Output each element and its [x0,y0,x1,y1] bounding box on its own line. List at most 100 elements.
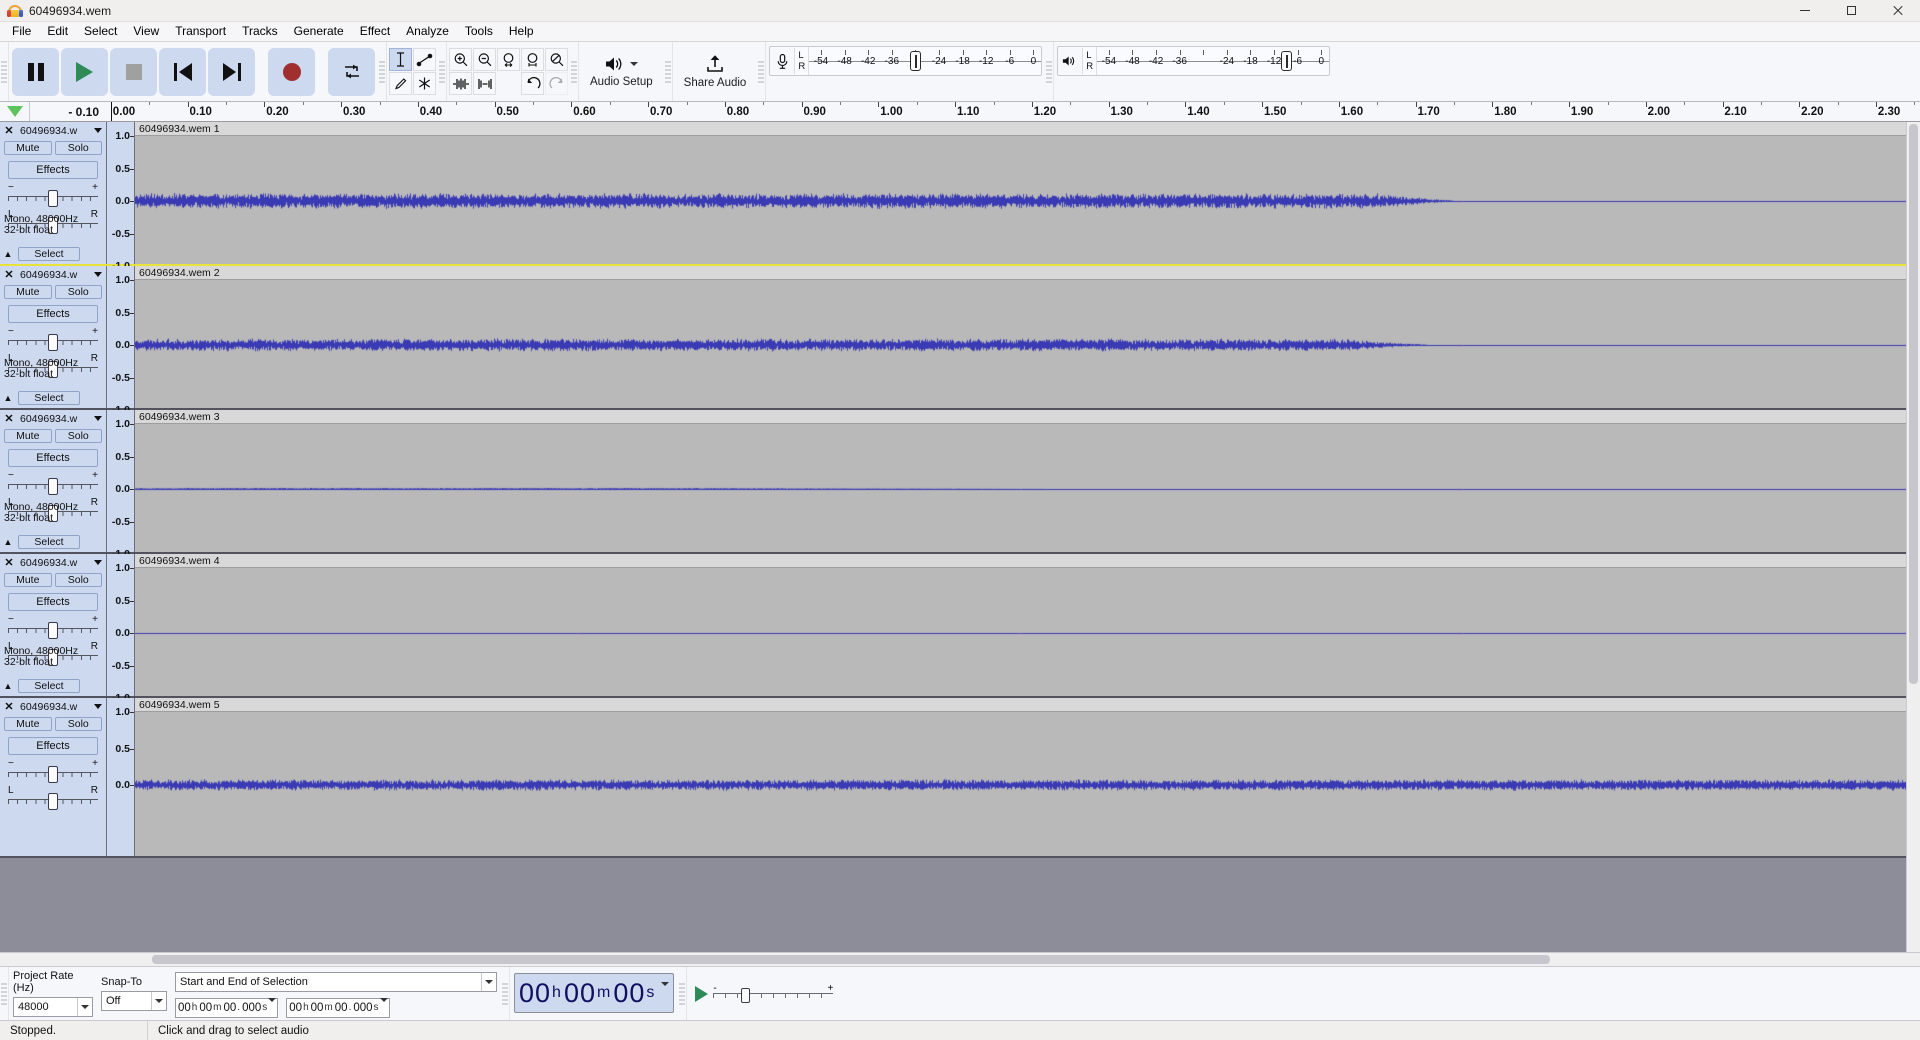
snap-to-combo[interactable]: Off [101,991,167,1011]
pause-button[interactable] [12,47,59,96]
zoom-in-button[interactable] [449,48,472,71]
play-at-speed-icon[interactable] [695,985,709,1002]
menu-analyze[interactable]: Analyze [398,22,457,41]
menu-generate[interactable]: Generate [286,22,352,41]
track-mute-button[interactable]: Mute [4,717,52,731]
gain-slider-thumb[interactable] [48,478,58,495]
record-button[interactable] [268,47,315,96]
track-name-menu[interactable]: 60496934.w [18,701,104,713]
selection-toolbar-grip[interactable] [0,967,9,1020]
pan-slider-thumb[interactable] [48,793,58,810]
tools-toolbar-grip[interactable] [378,42,387,101]
chevron-down-icon[interactable] [94,560,102,565]
track-close-button[interactable]: ✕ [2,700,16,713]
chevron-down-icon[interactable] [94,272,102,277]
track-close-button[interactable]: ✕ [2,124,16,137]
play-button[interactable] [61,47,108,96]
close-button[interactable] [1874,0,1920,22]
stop-button[interactable] [110,47,157,96]
track-close-button[interactable]: ✕ [2,268,16,281]
track-close-button[interactable]: ✕ [2,556,16,569]
horizontal-scrollbar[interactable] [0,952,1920,966]
play-speed-slider[interactable]: - + [713,983,834,1004]
menu-effect[interactable]: Effect [352,22,398,41]
track-select-button[interactable]: Select [18,247,80,261]
fit-selection-button[interactable] [497,48,520,71]
track-solo-button[interactable]: Solo [54,429,102,443]
timeline-ruler[interactable]: 0.00 0.10 0.20 0.30 0.40 0.50 0.60 0.70 0.80 0.90… [105,102,1920,121]
gain-slider-thumb[interactable] [48,334,58,351]
horizontal-scrollbar-thumb[interactable] [152,955,1550,964]
recording-meter-grip[interactable] [757,42,767,101]
trim-audio-button[interactable] [449,72,472,95]
skip-to-start-button[interactable] [159,47,206,96]
gain-slider-thumb[interactable] [48,766,58,783]
track-effects-button[interactable]: Effects [8,449,98,467]
menu-select[interactable]: Select [76,22,125,41]
track-1[interactable]: ✕ 60496934.w Mute Solo Effects − + L R Mono, 4800… [0,122,1906,272]
track-5[interactable]: ✕ 60496934.w Mute Solo Effects − + L R 1.0 0.5 0.0 6… [0,698,1906,858]
chevron-down-icon[interactable] [661,982,670,1000]
maximize-button[interactable] [1828,0,1874,22]
gain-slider-thumb[interactable] [48,622,58,639]
draw-tool[interactable] [389,72,412,95]
menu-tools[interactable]: Tools [457,22,501,41]
share-audio-button[interactable]: Share Audio [678,46,753,98]
selection-end-field[interactable]: 00 h 00 m 00 . 000 s [286,997,390,1018]
menu-edit[interactable]: Edit [39,22,76,41]
chevron-down-icon[interactable] [268,997,277,1014]
meter-slider-thumb[interactable] [1280,51,1292,71]
track-3[interactable]: ✕ 60496934.w Mute Solo Effects − + L R Mono, 4800… [0,410,1906,560]
project-rate-combo[interactable]: 48000 [13,997,93,1017]
selection-mode-combo[interactable]: Start and End of Selection [175,971,497,992]
chevron-down-icon[interactable] [94,416,102,421]
track-mute-button[interactable]: Mute [4,285,52,299]
waveform-5[interactable]: 60496934.wem 5 [135,698,1906,856]
zoom-toggle-button[interactable] [545,48,568,71]
silence-audio-button[interactable] [473,72,496,95]
recording-meter[interactable]: L R -54 -48 -42 -36 -24 -18 -12 -6 0 [769,46,1043,76]
track-name-menu[interactable]: 60496934.w [18,269,104,281]
microphone-button[interactable] [770,48,796,74]
track-solo-button[interactable]: Solo [54,573,102,587]
track-effects-button[interactable]: Effects [8,593,98,611]
track-4[interactable]: ✕ 60496934.w Mute Solo Effects − + L R Mono, 4800… [0,554,1906,704]
menu-help[interactable]: Help [501,22,542,41]
track-solo-button[interactable]: Solo [54,285,102,299]
menu-tracks[interactable]: Tracks [234,22,286,41]
gain-slider-thumb[interactable] [48,190,58,207]
meter-slider-thumb[interactable] [910,51,922,71]
chevron-down-icon[interactable] [481,972,496,991]
track-2[interactable]: ✕ 60496934.w Mute Solo Effects − + L R Mono, 4800… [0,266,1906,416]
waveform-1[interactable]: 60496934.wem 1 [135,122,1906,264]
track-mute-button[interactable]: Mute [4,141,52,155]
chevron-down-icon[interactable] [77,998,92,1016]
playback-meter[interactable]: L R -54 -48 -42 -36 -24 -18 -12 -6 0 [1057,46,1331,76]
track-pan-slider[interactable]: LR [8,786,98,810]
chevron-down-icon[interactable] [94,704,102,709]
edit-toolbar-grip[interactable] [438,42,447,101]
track-gain-slider[interactable]: − + [8,615,98,639]
transport-toolbar-grip[interactable] [0,42,9,101]
track-gain-slider[interactable]: − + [8,759,98,783]
skip-to-end-button[interactable] [208,47,255,96]
fit-project-button[interactable] [521,48,544,71]
track-select-button[interactable]: Select [18,391,80,405]
vertical-scrollbar[interactable] [1906,122,1920,952]
menu-file[interactable]: File [4,22,39,41]
audio-setup-toolbar-grip[interactable] [570,42,579,101]
undo-button[interactable] [521,72,544,95]
track-gain-slider[interactable]: − + [8,327,98,351]
playback-meter-scale[interactable]: -54 -48 -42 -36 -24 -18 -12 -6 0 [1097,46,1330,76]
track-name-menu[interactable]: 60496934.w [18,557,104,569]
track-name-menu[interactable]: 60496934.w [18,413,104,425]
track-mute-button[interactable]: Mute [4,429,52,443]
playback-speaker-button[interactable] [1058,48,1084,74]
track-select-button[interactable]: Select [18,679,80,693]
selection-start-field[interactable]: 00 h 00 m 00 . 000 s [175,997,279,1018]
minimize-button[interactable] [1782,0,1828,22]
chevron-down-icon[interactable] [379,997,388,1014]
track-solo-button[interactable]: Solo [54,141,102,155]
playback-meter-grip[interactable] [1045,42,1055,101]
audio-setup-button[interactable]: Audio Setup [584,46,659,98]
